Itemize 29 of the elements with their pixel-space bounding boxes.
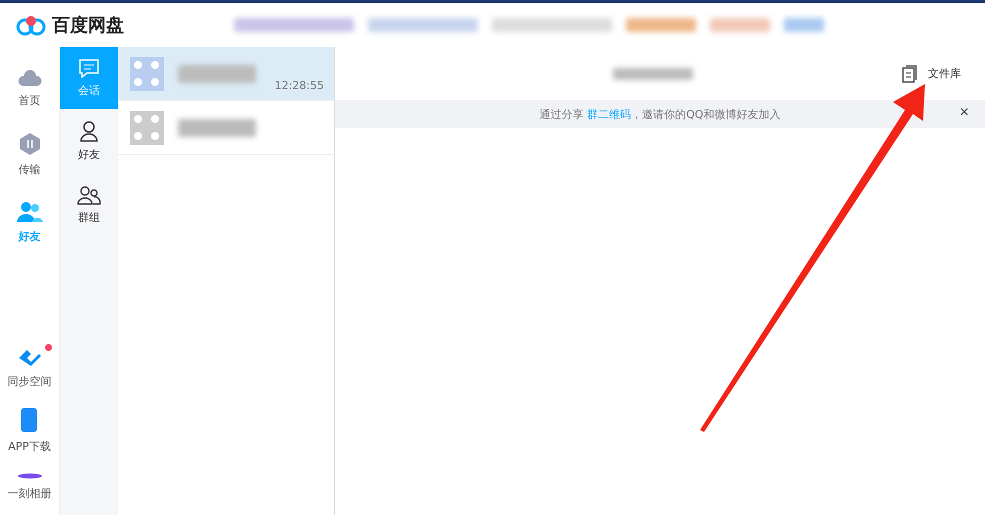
blurred-text: [784, 18, 824, 32]
sidebar-tab[interactable]: 群组: [60, 173, 118, 237]
blurred-text: [626, 18, 696, 32]
people-icon: [16, 201, 42, 223]
close-button[interactable]: ×: [960, 104, 969, 122]
person-icon: [79, 120, 99, 142]
sidebar-tab[interactable]: 好友: [60, 109, 118, 173]
blurred-text: [710, 18, 770, 32]
sync-icon: [16, 348, 42, 368]
phone-icon: [20, 407, 38, 433]
group-icon: [77, 185, 101, 205]
chat-icon: [78, 58, 100, 78]
nav-item[interactable]: 同步空间: [6, 344, 54, 389]
nav-item[interactable]: 一刻相册: [6, 468, 54, 501]
hexagon-icon: [18, 132, 40, 156]
group-avatar: [130, 110, 164, 144]
album-icon: [16, 472, 42, 480]
cloud-icon: [18, 69, 42, 87]
nav-item[interactable]: 首页: [16, 65, 44, 108]
nav-item[interactable]: APP下载: [6, 403, 53, 454]
nav-item[interactable]: 传输: [16, 128, 42, 177]
invite-text: 通过分享 群二维码，邀请你的QQ和微博好友加入: [540, 106, 780, 122]
group-avatar: [130, 56, 164, 90]
message-time: 12:28:55: [274, 79, 324, 92]
app-title: 百度网盘: [52, 14, 124, 37]
conversation-item[interactable]: 12:28:55: [118, 47, 334, 101]
cloud-logo-icon: [16, 14, 46, 36]
file-library-button[interactable]: 文件库: [896, 64, 967, 84]
document-icon: [902, 64, 918, 82]
